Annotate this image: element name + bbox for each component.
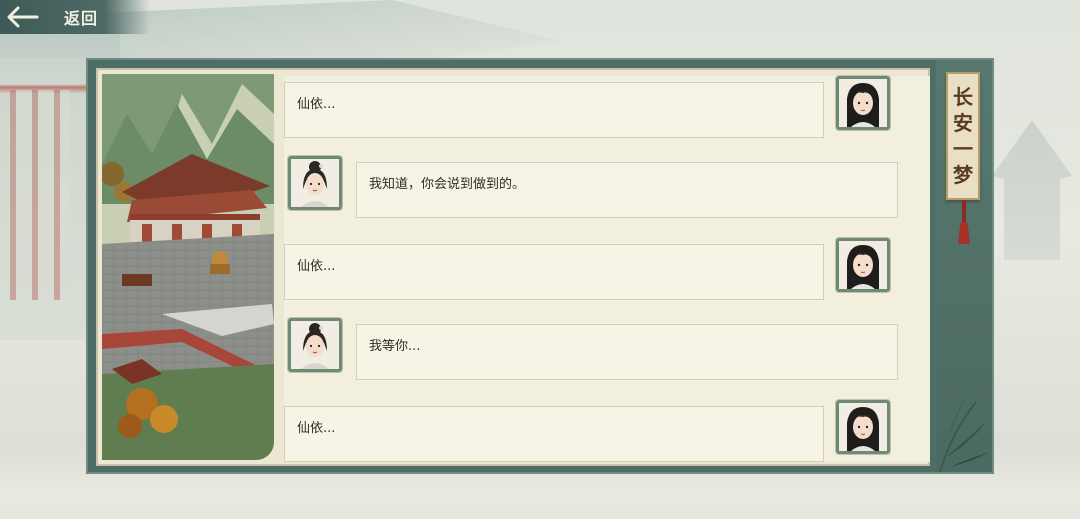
dialog-panel-inner: 仙依... 我知道，你会说到做到的。 仙依... 我等你... 仙依... xyxy=(96,68,930,466)
dialog-bubble: 我知道，你会说到做到的。 xyxy=(356,162,898,218)
title-char: 安 xyxy=(953,111,973,135)
dialog-list: 仙依... 我知道，你会说到做到的。 仙依... 我等你... 仙依... xyxy=(284,75,930,462)
dialog-row: 我知道，你会说到做到的。 xyxy=(284,155,930,218)
player-avatar[interactable] xyxy=(835,75,891,131)
dialog-text: 仙依... xyxy=(297,421,336,436)
tassel-cord xyxy=(962,200,966,224)
dialog-row: 仙依... xyxy=(284,399,930,462)
title-banner-column: 长 安 一 梦 xyxy=(936,60,992,473)
tassel-icon xyxy=(958,222,970,244)
bamboo-leaves-decoration xyxy=(936,362,992,473)
dialog-row: 我等你... xyxy=(284,317,930,380)
title-char: 长 xyxy=(953,85,973,109)
dialog-row: 仙依... xyxy=(284,237,930,300)
dialog-text: 仙依... xyxy=(297,97,336,112)
npc-avatar[interactable] xyxy=(287,317,343,373)
top-bar: 返回 xyxy=(0,0,150,34)
dialog-text: 我知道，你会说到做到的。 xyxy=(369,177,526,192)
title-char: 梦 xyxy=(953,163,973,187)
background-pavilion xyxy=(992,120,1072,260)
npc-avatar[interactable] xyxy=(287,155,343,211)
dialog-bubble: 我等你... xyxy=(356,324,898,380)
player-avatar[interactable] xyxy=(835,237,891,293)
scene-illustration xyxy=(102,74,274,460)
title-banner: 长 安 一 梦 xyxy=(946,72,980,200)
dialog-bubble: 仙依... xyxy=(284,244,824,300)
title-char: 一 xyxy=(953,137,973,161)
player-avatar[interactable] xyxy=(835,399,891,455)
dialog-bubble: 仙依... xyxy=(284,406,824,462)
back-button[interactable]: 返回 xyxy=(64,5,98,29)
back-arrow-icon[interactable] xyxy=(0,0,46,34)
dialog-text: 仙依... xyxy=(297,259,336,274)
dialog-text: 我等你... xyxy=(369,339,421,354)
dialog-bubble: 仙依... xyxy=(284,82,824,138)
dialog-row: 仙依... xyxy=(284,75,930,138)
dialog-panel: 仙依... 我知道，你会说到做到的。 仙依... 我等你... 仙依... 长 … xyxy=(86,58,994,474)
